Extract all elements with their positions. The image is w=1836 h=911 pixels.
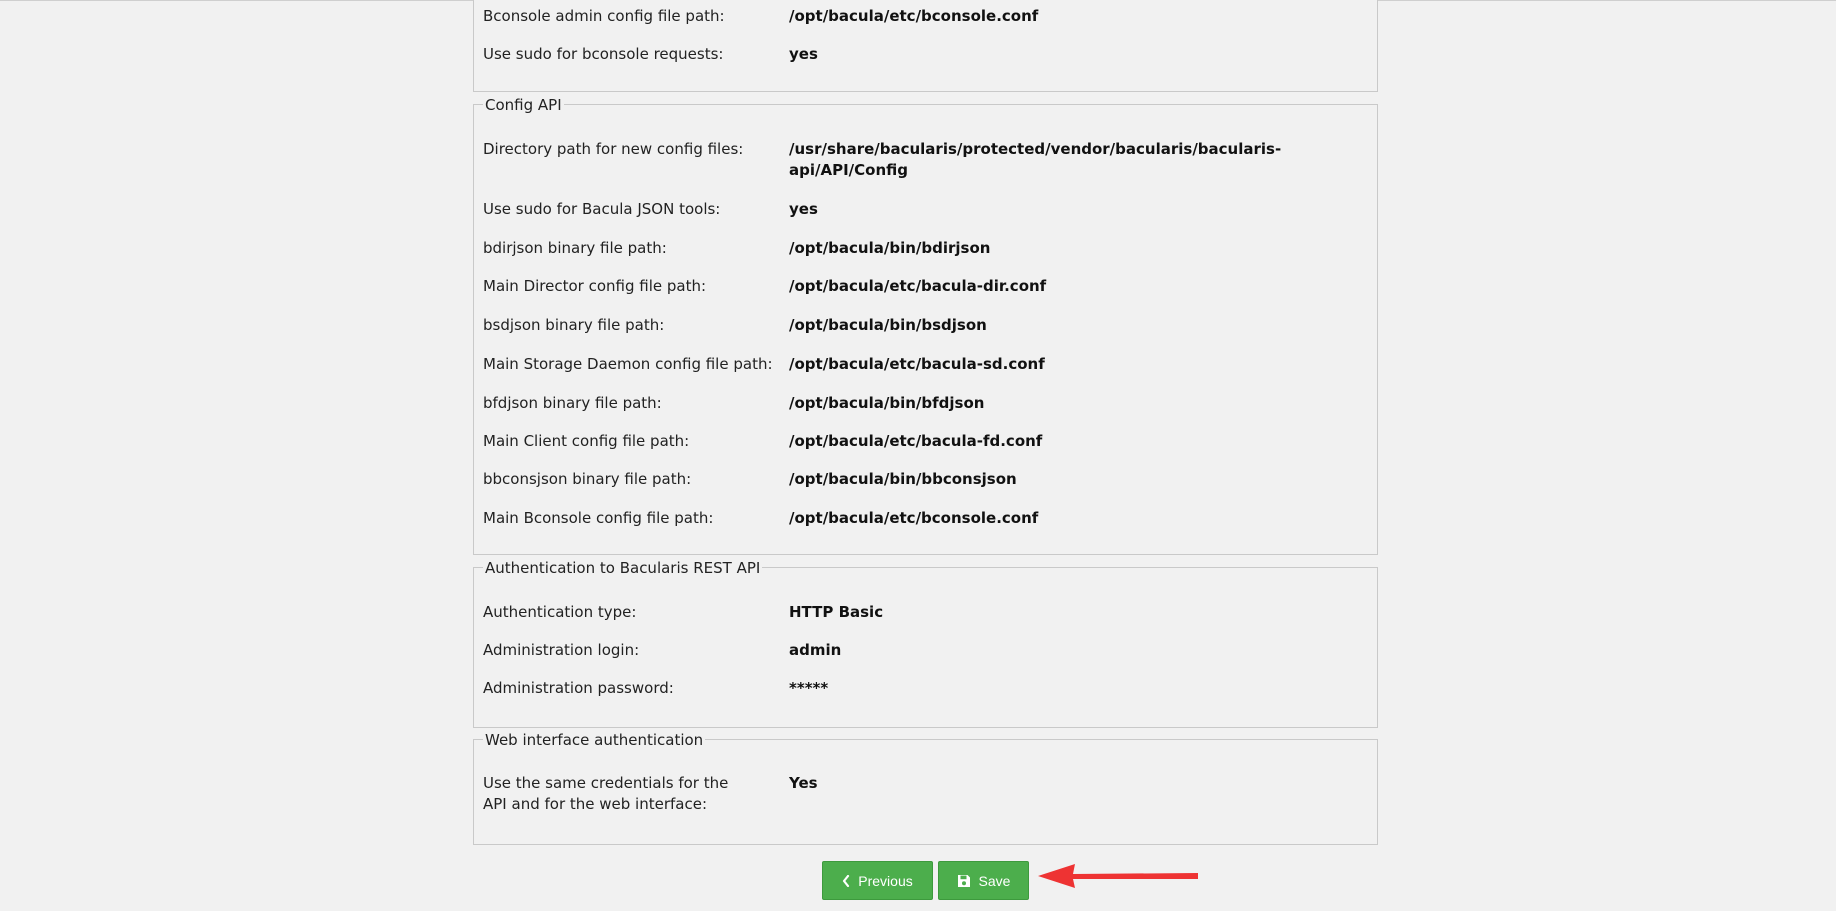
save-button[interactable]: Save: [938, 861, 1029, 900]
row-value: /opt/bacula/etc/bconsole.conf: [789, 509, 1039, 527]
row-value: admin: [789, 641, 842, 659]
section-legend: Config API: [483, 96, 564, 114]
section-legend: Web interface authentication: [483, 731, 706, 749]
row-value: /opt/bacula/bin/bdirjson: [789, 239, 991, 257]
row-value: /opt/bacula/etc/bacula-dir.conf: [789, 277, 1047, 295]
row-value: yes: [789, 45, 818, 63]
row-label: bfdjson binary file path:: [483, 394, 662, 412]
floppy-disk-icon: [957, 874, 971, 888]
row-label: Directory path for new config files:: [483, 140, 744, 158]
row-value: yes: [789, 200, 818, 218]
row-label: Main Director config file path:: [483, 277, 707, 295]
row-value: /opt/bacula/etc/bacula-fd.conf: [789, 432, 1043, 450]
row-value: /opt/bacula/bin/bfdjson: [789, 394, 985, 412]
red-arrow-icon: [1038, 863, 1200, 895]
row-label: Main Bconsole config file path:: [483, 509, 714, 527]
chevron-left-icon: [842, 874, 850, 887]
previous-button[interactable]: Previous: [822, 861, 933, 900]
previous-button-label: Previous: [858, 872, 913, 889]
row-value: HTTP Basic: [789, 603, 884, 621]
row-label: Main Storage Daemon config file path:: [483, 355, 773, 373]
row-label: Main Client config file path:: [483, 432, 690, 450]
bconsole-section: Bconsole admin config file path: /opt/ba…: [473, 0, 1378, 92]
config-api-section: Config API Directory path for new config…: [473, 96, 1378, 555]
row-value: /opt/bacula/bin/bbconsjson: [789, 470, 1017, 488]
row-label: bsdjson binary file path:: [483, 316, 665, 334]
row-label: bbconsjson binary file path:: [483, 470, 692, 488]
row-label: Use sudo for Bacula JSON tools:: [483, 200, 721, 218]
row-label: bdirjson binary file path:: [483, 239, 667, 257]
section-legend: Authentication to Bacularis REST API: [483, 559, 763, 577]
row-label: Authentication type:: [483, 603, 637, 621]
row-label: Bconsole admin config file path:: [483, 7, 725, 25]
row-value: /opt/bacula/etc/bacula-sd.conf: [789, 355, 1045, 373]
row-value: /usr/share/bacularis/protected/vendor/ba…: [789, 140, 1282, 179]
wizard-summary-page: Bconsole admin config file path: /opt/ba…: [0, 0, 1836, 911]
row-label: Use sudo for bconsole requests:: [483, 45, 724, 63]
api-auth-section: Authentication to Bacularis REST API Aut…: [473, 559, 1378, 728]
row-value: Yes: [789, 774, 818, 792]
row-value: /opt/bacula/bin/bsdjson: [789, 316, 987, 334]
save-button-label: Save: [978, 872, 1011, 889]
row-label: Administration password:: [483, 679, 674, 697]
row-label: Use the same credentials for the API and…: [483, 774, 729, 813]
web-auth-section: Web interface authentication Use the sam…: [473, 731, 1378, 845]
row-label: Administration login:: [483, 641, 640, 659]
row-value: /opt/bacula/etc/bconsole.conf: [789, 7, 1039, 25]
row-value: *****: [789, 679, 829, 697]
